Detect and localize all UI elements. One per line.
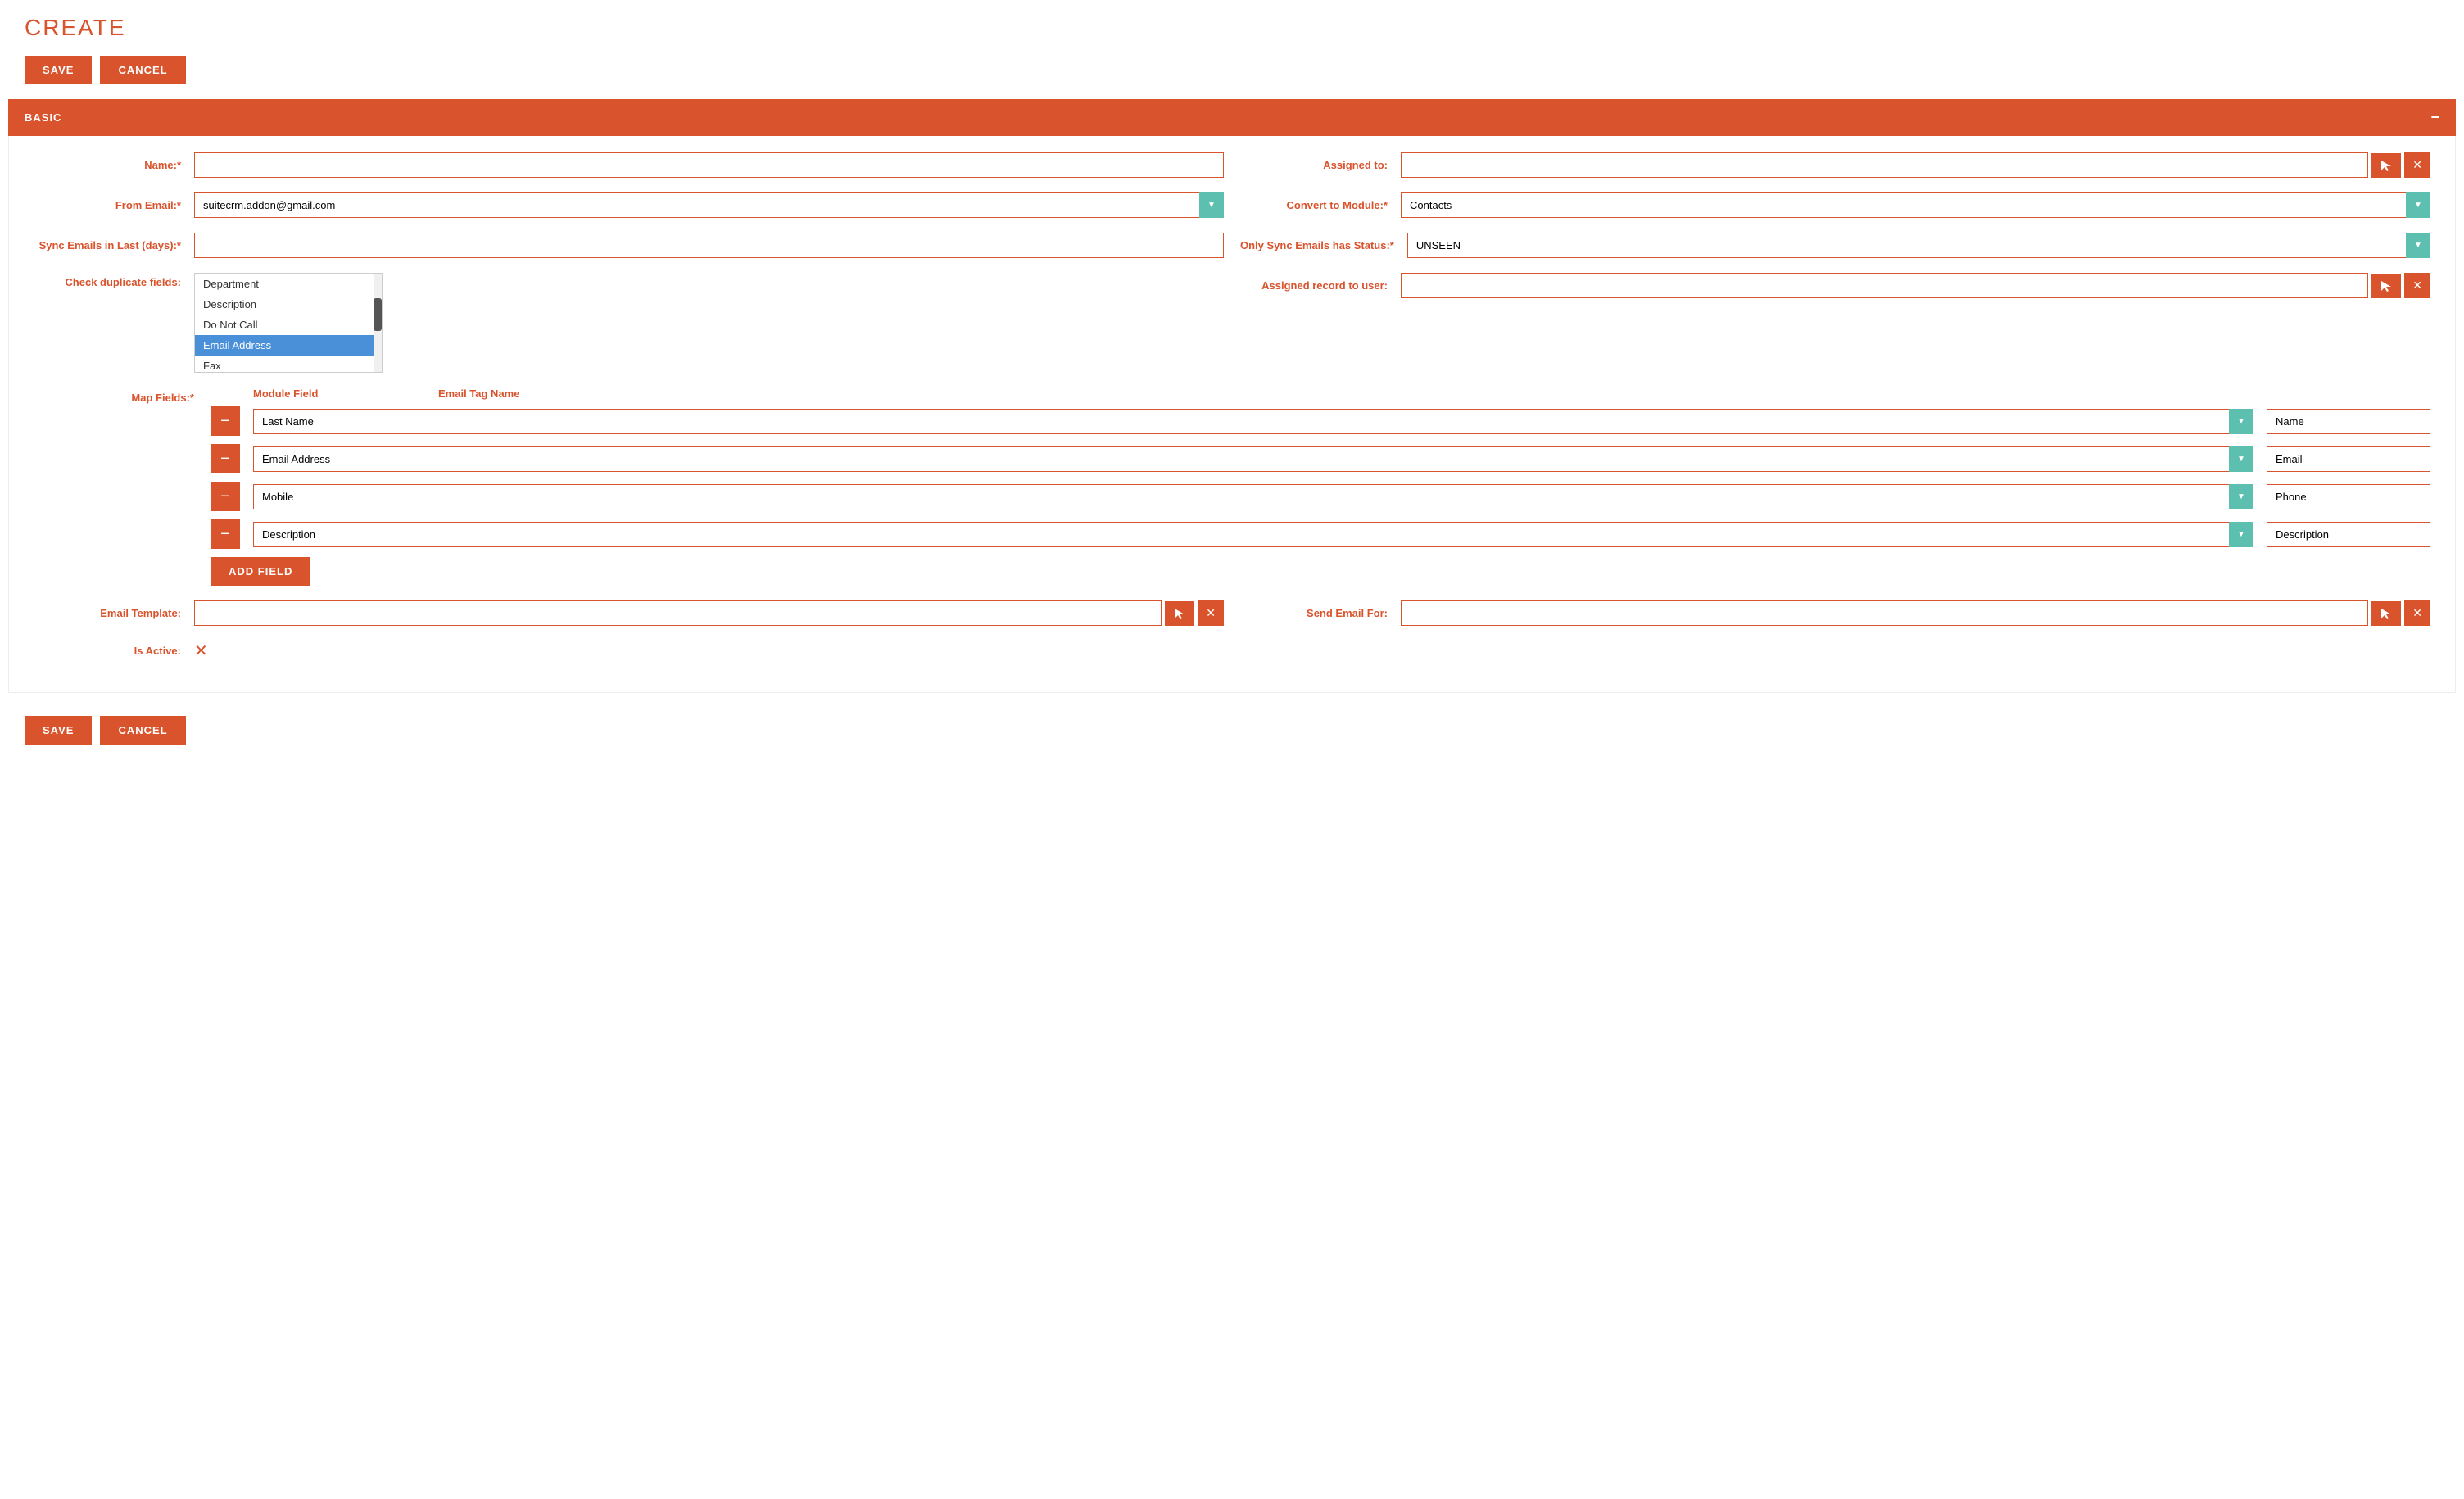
convert-module-label: Convert to Module:* — [1240, 199, 1388, 211]
section-title: BASIC — [25, 111, 61, 124]
map-row-3: − Description — [211, 519, 2430, 549]
section-header: BASIC − — [8, 99, 2456, 136]
from-email-select[interactable]: suitecrm.addon@gmail.com — [194, 192, 1224, 218]
send-email-for-label: Send Email For: — [1240, 607, 1388, 619]
email-template-label: Email Template: — [34, 607, 181, 619]
send-email-for-clear-button[interactable]: ✕ — [2404, 600, 2430, 626]
email-template-clear-button[interactable]: ✕ — [1198, 600, 1224, 626]
module-field-dropdown-3[interactable]: Description — [253, 522, 2253, 547]
is-active-label: Is Active: — [34, 645, 181, 657]
email-tag-input-3[interactable] — [2267, 522, 2430, 547]
module-field-dropdown-2[interactable]: Mobile — [253, 484, 2253, 509]
assigned-to-label: Assigned to: — [1240, 159, 1388, 171]
cancel-button-bottom[interactable]: CANCEL — [100, 716, 185, 745]
only-sync-select[interactable]: UNSEEN — [1407, 233, 2430, 258]
module-field-dropdown-1[interactable]: Email Address — [253, 446, 2253, 472]
is-active-checkbox[interactable]: ✕ — [194, 641, 208, 661]
cancel-button-top[interactable]: CANCEL — [100, 56, 185, 84]
list-item-selected[interactable]: Email Address — [195, 335, 382, 356]
remove-row-0-button[interactable]: − — [211, 406, 240, 436]
map-row-0: − Last Name — [211, 406, 2430, 436]
save-button-top[interactable]: SAVE — [25, 56, 92, 84]
sync-days-input[interactable]: 7 — [194, 233, 1224, 258]
module-field-dropdown-0[interactable]: Last Name — [253, 409, 2253, 434]
module-field-select-0[interactable]: Last Name — [253, 409, 2253, 434]
assigned-record-clear-button[interactable]: ✕ — [2404, 273, 2430, 298]
from-email-label: From Email:* — [34, 199, 181, 211]
cursor-icon — [1173, 607, 1186, 620]
basic-section: BASIC − Name:* Assigned to: admin ✕ — [0, 99, 2464, 693]
assigned-to-clear-button[interactable]: ✕ — [2404, 152, 2430, 178]
assigned-record-label: Assigned record to user: — [1240, 279, 1388, 292]
name-input[interactable] — [194, 152, 1224, 178]
email-template-select-button[interactable] — [1165, 601, 1194, 626]
scrollbar-thumb — [374, 298, 382, 331]
duplicate-fields-list[interactable]: Department Description Do Not Call Email… — [194, 273, 383, 373]
duplicate-list-inner: Department Description Do Not Call Email… — [195, 274, 382, 372]
only-sync-label: Only Sync Emails has Status:* — [1240, 239, 1394, 251]
name-label: Name:* — [34, 159, 181, 171]
collapse-button[interactable]: − — [2430, 109, 2439, 126]
convert-module-dropdown[interactable]: Contacts — [1401, 192, 2430, 218]
assigned-record-group: Chris Olliver ✕ — [1401, 273, 2430, 298]
email-tag-input-0[interactable] — [2267, 409, 2430, 434]
map-email-tag-header: Email Tag Name — [438, 387, 602, 400]
cursor-icon — [2380, 279, 2393, 292]
from-email-dropdown[interactable]: suitecrm.addon@gmail.com — [194, 192, 1224, 218]
module-field-select-1[interactable]: Email Address — [253, 446, 2253, 472]
map-row-2: − Mobile — [211, 482, 2430, 511]
list-item[interactable]: Fax — [195, 356, 382, 372]
send-email-for-select-button[interactable] — [2371, 601, 2401, 626]
remove-row-3-button[interactable]: − — [211, 519, 240, 549]
list-item[interactable]: Department — [195, 274, 382, 294]
email-tag-input-2[interactable] — [2267, 484, 2430, 509]
save-button-bottom[interactable]: SAVE — [25, 716, 92, 745]
sync-days-label: Sync Emails in Last (days):* — [34, 239, 181, 251]
map-fields-label: Map Fields:* — [34, 387, 194, 404]
scrollbar-track — [374, 274, 382, 372]
cursor-icon — [2380, 159, 2393, 172]
convert-module-select[interactable]: Contacts — [1401, 192, 2430, 218]
assigned-to-input[interactable]: admin — [1401, 152, 2368, 178]
email-tag-input-1[interactable] — [2267, 446, 2430, 472]
map-row-1: − Email Address — [211, 444, 2430, 473]
assigned-record-input[interactable]: Chris Olliver — [1401, 273, 2368, 298]
cursor-icon — [2380, 607, 2393, 620]
page-title: CREATE — [0, 0, 2464, 49]
send-email-for-group: Chris Olliver ✕ — [1401, 600, 2430, 626]
list-item[interactable]: Do Not Call — [195, 315, 382, 335]
assigned-to-select-button[interactable] — [2371, 153, 2401, 178]
remove-row-2-button[interactable]: − — [211, 482, 240, 511]
send-email-for-input[interactable]: Chris Olliver — [1401, 600, 2368, 626]
only-sync-dropdown[interactable]: UNSEEN — [1407, 233, 2430, 258]
check-duplicate-label: Check duplicate fields: — [34, 273, 181, 288]
list-item[interactable]: Description — [195, 294, 382, 315]
module-field-select-3[interactable]: Description — [253, 522, 2253, 547]
email-template-input[interactable]: Case Creation — [194, 600, 1162, 626]
map-headers: Module Field Email Tag Name — [211, 387, 2430, 400]
module-field-select-2[interactable]: Mobile — [253, 484, 2253, 509]
map-module-field-header: Module Field — [253, 387, 417, 400]
remove-row-1-button[interactable]: − — [211, 444, 240, 473]
assigned-record-select-button[interactable] — [2371, 274, 2401, 298]
map-fields-right: Module Field Email Tag Name − Last Name — [211, 387, 2430, 586]
email-template-group: Case Creation ✕ — [194, 600, 1224, 626]
map-spacer — [211, 387, 240, 400]
assigned-to-group: admin ✕ — [1401, 152, 2430, 178]
add-field-button[interactable]: ADD FIELD — [211, 557, 310, 586]
